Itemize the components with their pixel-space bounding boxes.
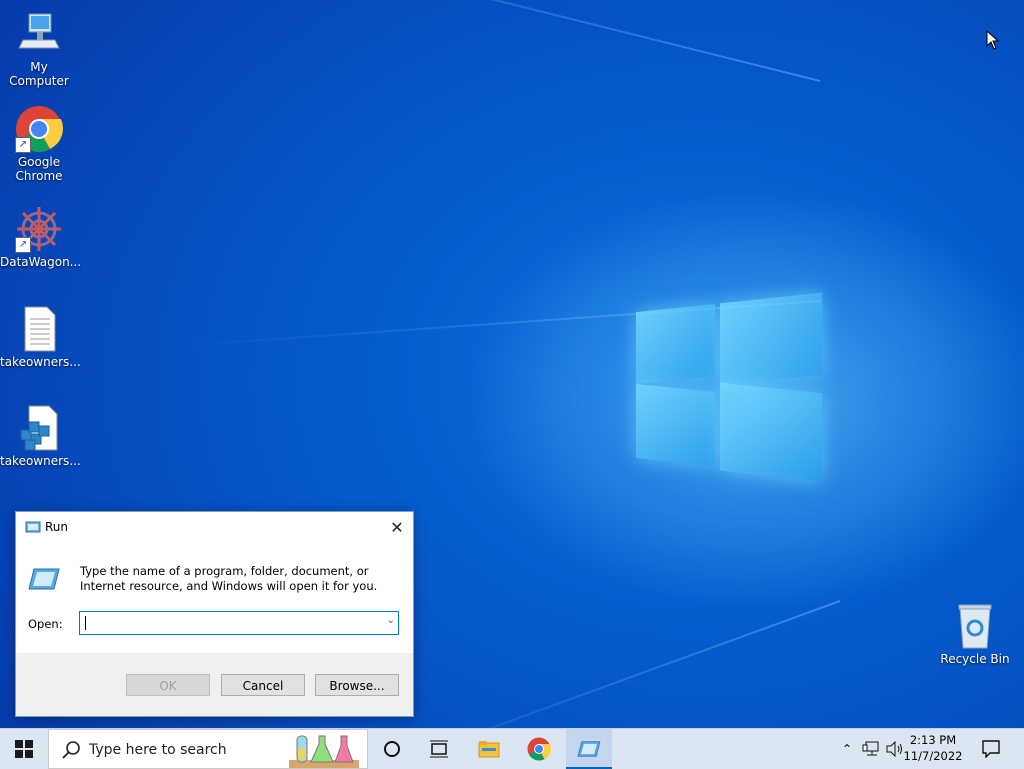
task-view-button[interactable] — [416, 729, 462, 769]
desktop-icon-label: Recycle Bin — [940, 652, 1010, 666]
file-explorer-button[interactable] — [466, 729, 512, 769]
chrome-icon — [527, 737, 551, 761]
chevron-down-icon[interactable]: ⌄ — [387, 615, 395, 626]
desktop-icon-google-chrome[interactable]: ↗ Google Chrome — [0, 105, 78, 183]
shortcut-arrow-icon: ↗ — [15, 137, 31, 153]
desktop-icon-label: takeowners... — [0, 454, 81, 468]
run-dialog-title: Run — [45, 520, 69, 534]
recycle-bin-icon — [951, 602, 999, 650]
chrome-icon: ↗ — [15, 105, 63, 153]
cancel-button[interactable]: Cancel — [221, 674, 305, 696]
task-view-icon — [430, 740, 448, 758]
open-label: Open: — [28, 617, 63, 631]
search-placeholder: Type here to search — [89, 742, 227, 758]
windows-start-icon — [15, 740, 33, 758]
light-beam — [62, 0, 821, 82]
clock-time: 2:13 PM — [909, 733, 957, 747]
datawagon-icon: ↗ — [15, 205, 63, 253]
run-description: Type the name of a program, folder, docu… — [80, 564, 378, 593]
desktop-icon-recycle-bin[interactable]: Recycle Bin — [936, 602, 1014, 666]
browse-button[interactable]: Browse... — [315, 674, 399, 696]
text-caret — [85, 616, 86, 630]
run-dialog-titlebar[interactable]: Run ✕ — [16, 512, 413, 542]
shortcut-arrow-icon: ↗ — [15, 237, 31, 253]
run-dialog: Run ✕ Type the name of a program, folder… — [15, 511, 414, 717]
desktop-icon-takeownership-txt[interactable]: takeowners... — [0, 305, 81, 369]
mouse-cursor-icon — [986, 30, 1000, 50]
network-icon — [862, 741, 879, 756]
close-icon: ✕ — [390, 517, 404, 537]
folder-icon — [478, 741, 500, 758]
cortana-icon — [384, 741, 400, 757]
action-center-button[interactable] — [976, 729, 1006, 769]
taskbar: Type here to search ⌃ 2:13 PM 11/7/2022 — [0, 728, 1024, 769]
search-icon — [62, 741, 80, 759]
science-flasks-icon — [289, 735, 359, 768]
chevron-up-icon: ⌃ — [841, 742, 853, 756]
show-hidden-icons-button[interactable]: ⌃ — [838, 729, 856, 769]
text-file-icon — [15, 305, 63, 353]
desktop-icon-label: Google Chrome — [15, 155, 63, 183]
registry-file-icon — [15, 404, 63, 452]
chrome-taskbar-button[interactable] — [516, 729, 562, 769]
run-taskbar-icon-wrap — [566, 729, 612, 769]
desktop-icon-takeownership-reg[interactable]: takeowners... — [0, 404, 81, 468]
desktop-icon-label: My Computer — [9, 60, 69, 88]
run-program-icon — [28, 568, 60, 590]
open-input[interactable]: ⌄ — [79, 611, 399, 635]
desktop-icon-datawagon[interactable]: ↗ DataWagon... — [0, 205, 82, 269]
start-button[interactable] — [0, 729, 48, 769]
cortana-button[interactable] — [370, 729, 414, 769]
windows-logo-wallpaper — [636, 290, 822, 482]
ok-button[interactable]: OK — [126, 674, 210, 696]
desktop-icon-label: takeowners... — [0, 355, 81, 369]
run-dialog-footer: OK Cancel Browse... — [16, 653, 413, 716]
taskbar-clock[interactable]: 2:13 PM 11/7/2022 — [898, 732, 968, 764]
run-icon — [25, 521, 41, 533]
notification-icon — [982, 740, 1000, 758]
computer-icon — [15, 10, 63, 58]
run-dialog-body: Type the name of a program, folder, docu… — [16, 542, 413, 653]
close-button[interactable]: ✕ — [381, 512, 413, 542]
desktop-icon-my-computer[interactable]: My Computer — [0, 10, 78, 88]
desktop-icon-label: DataWagon... — [0, 255, 82, 269]
taskbar-search-box[interactable]: Type here to search — [48, 729, 368, 769]
network-button[interactable] — [860, 729, 882, 769]
clock-date: 11/7/2022 — [903, 749, 963, 763]
run-icon — [577, 741, 601, 757]
